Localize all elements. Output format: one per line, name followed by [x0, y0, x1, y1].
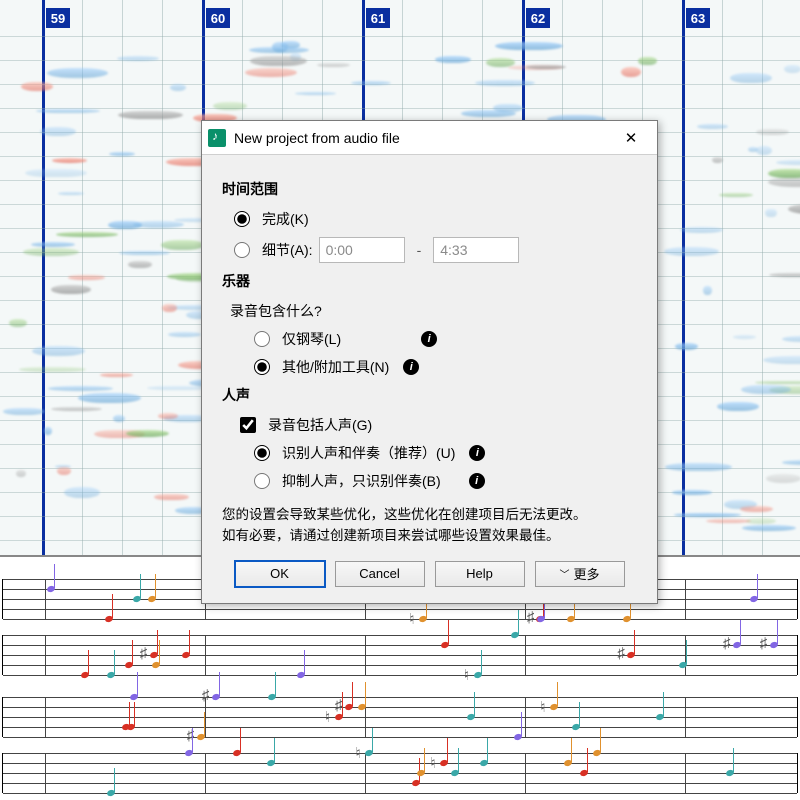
- time-range-heading: 时间范围: [222, 179, 637, 199]
- new-project-dialog: New project from audio file ✕ 时间范围 完成(K)…: [201, 120, 658, 604]
- radio-complete[interactable]: 完成(K): [234, 209, 637, 229]
- radio-other-instruments[interactable]: 其他/附加工具(N) i: [254, 357, 637, 377]
- dialog-titlebar[interactable]: New project from audio file ✕: [202, 121, 657, 155]
- radio-complete-label: 完成(K): [262, 209, 309, 229]
- radio-suppress-input[interactable]: [254, 473, 270, 489]
- radio-recognize-input[interactable]: [254, 445, 270, 461]
- time-end-input[interactable]: [433, 237, 519, 263]
- radio-piano-only[interactable]: 仅钢琴(L) i: [254, 329, 637, 349]
- instrument-heading: 乐器: [222, 271, 637, 291]
- radio-other-label: 其他/附加工具(N): [282, 357, 389, 377]
- bar-number-badge: 61: [366, 8, 390, 28]
- info-icon[interactable]: i: [403, 359, 419, 375]
- instrument-question: 录音包含什么?: [230, 301, 637, 321]
- radio-detail-input[interactable]: [234, 242, 250, 258]
- cancel-button[interactable]: Cancel: [335, 561, 425, 587]
- bar-number-badge: 59: [46, 8, 70, 28]
- radio-suppress-vocals[interactable]: 抑制人声，只识别伴奏(B) i: [254, 471, 637, 491]
- check-include-vocals[interactable]: 录音包括人声(G): [240, 415, 637, 435]
- radio-complete-input[interactable]: [234, 211, 250, 227]
- time-dash: -: [417, 242, 422, 258]
- radio-detail[interactable]: 细节(A): -: [234, 237, 637, 263]
- radio-piano-input[interactable]: [254, 331, 270, 347]
- app-icon: [208, 129, 226, 147]
- bar-number-badge: 63: [686, 8, 710, 28]
- close-icon[interactable]: ✕: [611, 124, 651, 152]
- radio-other-input[interactable]: [254, 359, 270, 375]
- info-icon[interactable]: i: [421, 331, 437, 347]
- info-icon[interactable]: i: [469, 445, 485, 461]
- radio-recognize-vocals[interactable]: 识别人声和伴奏（推荐）(U) i: [254, 443, 637, 463]
- help-button[interactable]: Help: [435, 561, 525, 587]
- radio-detail-label: 细节(A):: [262, 240, 313, 260]
- more-button[interactable]: ﹀更多: [535, 561, 625, 587]
- radio-recognize-label: 识别人声和伴奏（推荐）(U): [282, 443, 455, 463]
- time-start-input[interactable]: [319, 237, 405, 263]
- ok-button[interactable]: OK: [235, 561, 325, 587]
- check-vocals-label: 录音包括人声(G): [268, 415, 372, 435]
- bar-number-badge: 60: [206, 8, 230, 28]
- chevron-down-icon: ﹀: [559, 566, 569, 581]
- info-icon[interactable]: i: [469, 473, 485, 489]
- radio-suppress-label: 抑制人声，只识别伴奏(B): [282, 471, 441, 491]
- radio-piano-label: 仅钢琴(L): [282, 329, 341, 349]
- bar-number-badge: 62: [526, 8, 550, 28]
- dialog-title: New project from audio file: [234, 130, 611, 146]
- dialog-button-row: OK Cancel Help ﹀更多: [222, 561, 637, 587]
- settings-note: 您的设置会导致某些优化，这些优化在创建项目后无法更改。 如有必要，请通过创建新项…: [222, 505, 637, 547]
- vocal-heading: 人声: [222, 385, 637, 405]
- check-vocals-input[interactable]: [240, 417, 256, 433]
